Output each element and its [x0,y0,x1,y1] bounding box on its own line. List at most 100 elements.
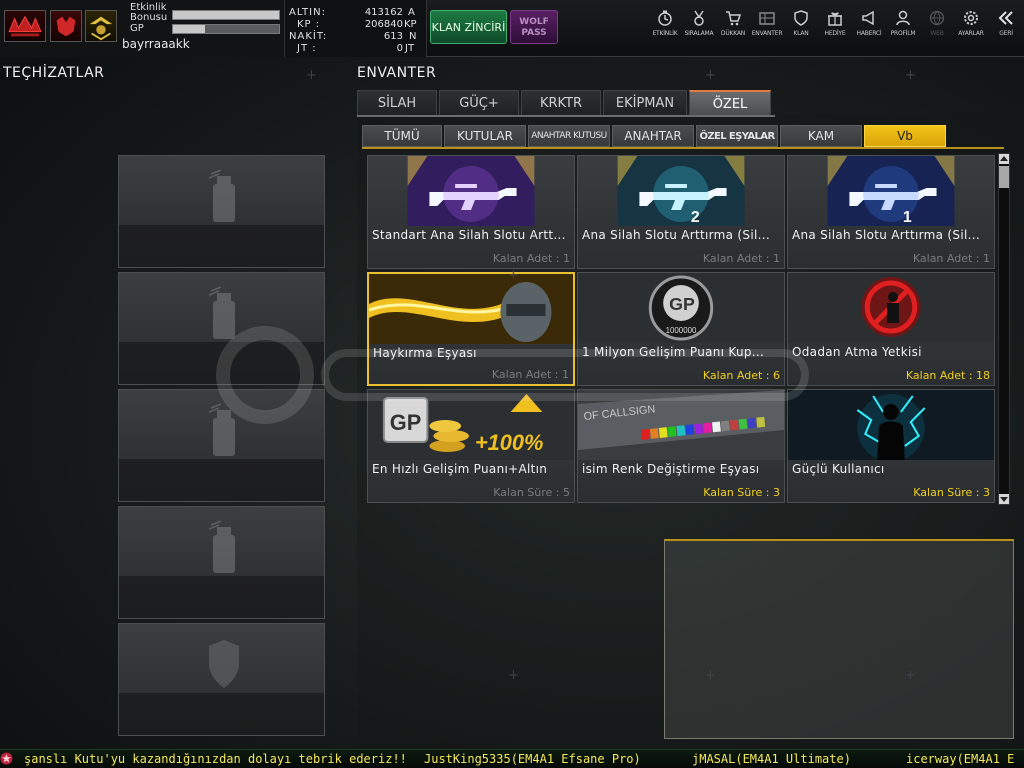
item-remaining: Kalan Adet : 1 [492,252,570,265]
announcement-ticker: şanslı Kutu'yu kazandığınızdan dolayı te… [0,749,1024,768]
equipment-armor-slot[interactable] [118,623,325,736]
currency-value: 0 [396,43,403,54]
decor-plus-icon: + [508,668,519,683]
scroll-up-arrow-icon[interactable] [999,154,1009,164]
top-navigation: ETKİNLİK SIRALAMA DÜKKAN ENVANTER KLAN HEDİYE… [648,0,1024,57]
inventory-item-card[interactable]: GP +100% En Hızlı Gelişim Puanı+Altın Kalan… [367,389,575,503]
nav-shield[interactable]: KLAN [784,0,818,57]
main-tab-4[interactable]: ÖZEL [689,90,771,116]
main-tab-underline [357,115,775,117]
item-details-panel [664,539,1014,739]
nav-inventory[interactable]: ENVANTER [750,0,784,57]
sub-tab-4[interactable]: ÖZEL EŞYALAR [696,125,778,147]
equipment-grenade-slot[interactable] [118,506,325,619]
clan-logo-badge [4,10,46,42]
nav-label: HABERCİ [856,30,882,37]
sub-tab-6[interactable]: Vb [864,125,946,147]
nav-back[interactable]: GERİ [988,0,1024,57]
nav-gear[interactable]: AYARLAR [954,0,988,57]
item-name: isim Renk Değiştirme Eşyası [582,462,760,476]
purple-rifle-icon [368,156,574,226]
nav-globe: WEB [920,0,954,57]
sub-tab-5[interactable]: KAM [780,125,862,147]
nav-cart[interactable]: DÜKKAN [716,0,750,57]
item-remaining: Kalan Süre : 3 [703,486,780,499]
sub-tab-0[interactable]: TÜMÜ [362,125,442,147]
nav-label: HEDİYE [824,30,846,37]
sub-tab-3[interactable]: ANAHTAR [612,125,694,147]
item-name: Güçlü Kullanıcı [792,462,885,476]
inventory-item-card[interactable]: 1 Ana Silah Slotu Arttırma (Sil... Kalan A… [787,155,995,269]
wolf-pass-label-line1: WOLF [519,17,549,27]
equipment-grenade-slot[interactable] [118,272,325,385]
currency-row-jt: JT : 0 JT [285,43,427,55]
nav-label: GERİ [999,30,1013,37]
ticker-message: şanslı Kutu'yu kazandığınızdan dolayı te… [24,752,407,766]
currency-label: KP : [297,19,321,30]
gp-progress-bar [172,24,280,34]
equipment-grenade-slot[interactable] [118,155,325,268]
currency-value: 206840 [364,19,403,30]
nav-megaphone[interactable]: HABERCİ [852,0,886,57]
item-remaining: Kalan Adet : 1 [912,252,990,265]
inventory-item-card[interactable]: GP 1000000 1 Milyon Gelişim Puanı Kup... Ka… [577,272,785,386]
main-tab-1[interactable]: GÜÇ+ [439,90,519,116]
medal-icon [691,10,707,26]
nav-gift[interactable]: HEDİYE [818,0,852,57]
item-name: 1 Milyon Gelişim Puanı Kup... [582,345,765,359]
armor-icon [207,634,241,694]
sub-tab-2[interactable]: ANAHTAR KUTUSU [528,125,610,147]
item-remaining: Kalan Süre : 5 [493,486,570,499]
scroll-down-arrow-icon[interactable] [999,494,1009,504]
nav-medal[interactable]: SIRALAMA [682,0,716,57]
scroll-thumb[interactable] [999,166,1009,188]
inventory-item-card[interactable]: Odadan Atma Yetkisi Kalan Adet : 18 [787,272,995,386]
kick-sign-icon [788,273,994,343]
gear-icon [963,10,979,26]
item-name: En Hızlı Gelişim Puanı+Altın [372,462,548,476]
globe-icon [929,10,945,26]
main-tab-0[interactable]: SİLAH [357,90,437,116]
inventory-scrollbar[interactable] [998,153,1010,505]
callsign-icon: OF CALLSIGN [578,390,784,460]
inventory-item-grid: Standart Ana Silah Slotu Artt... Kalan Ad… [367,155,996,503]
item-remaining: Kalan Adet : 1 [491,368,569,381]
sub-tab-1[interactable]: KUTULAR [444,125,526,147]
grenade-icon [207,517,241,577]
grenade-icon [207,400,241,460]
decor-plus-icon: + [705,668,716,683]
cart-icon [725,10,742,26]
inventory-item-card[interactable]: Güçlü Kullanıcı Kalan Süre : 3 [787,389,995,503]
item-remaining: Kalan Adet : 18 [905,369,990,382]
nav-clock[interactable]: ETKİNLİK [648,0,682,57]
item-remaining: Kalan Adet : 6 [702,369,780,382]
inventory-main-tabs: SİLAH GÜÇ+ KRKTR EKİPMAN ÖZEL [357,90,773,116]
profile-panel: Etkinlik Bonusu GP bayrraaakk [0,0,285,57]
gp-label: GP [130,23,144,34]
gp-coin-icon: GP 1000000 [578,273,784,343]
gp-gold-icon: GP +100% [368,390,574,460]
wolf-pass-button[interactable]: WOLF PASS [510,10,558,44]
inventory-item-card[interactable]: Standart Ana Silah Slotu Artt... Kalan Ad… [367,155,575,269]
currency-unit: A [408,7,415,18]
main-tab-3[interactable]: EKİPMAN [603,90,687,116]
back-icon [998,10,1014,26]
inventory-icon [759,10,775,26]
etkinlik-progress-bar [172,10,280,20]
klan-zinciri-button[interactable]: KLAN ZİNCİRİ [430,10,507,44]
inventory-item-card[interactable]: Haykırma Eşyası Kalan Adet : 1 [367,272,575,386]
svg-text:GP: GP [390,410,421,435]
wolf-emblem-badge [50,10,82,42]
inventory-item-card[interactable]: OF CALLSIGN isim Renk Değiştirme Eşyası Ka… [577,389,785,503]
main-tab-2[interactable]: KRKTR [521,90,601,116]
nav-label: ETKİNLİK [652,30,678,37]
ticker-message: jMASAL(EM4A1 Ultimate) [692,752,851,766]
equipment-grenade-slot[interactable] [118,389,325,502]
nav-label: ENVANTER [751,30,783,37]
nav-profile[interactable]: PROFİLM [886,0,920,57]
username: bayrraaakk [122,37,190,51]
inventory-item-card[interactable]: 2 Ana Silah Slotu Arttırma (Sil... Kalan A… [577,155,785,269]
ticker-message: JustKing5335(EM4A1 Efsane Pro) [424,752,641,766]
inventory-title: ENVANTER [357,65,437,81]
klan-zinciri-label: KLAN ZİNCİRİ [431,20,506,34]
